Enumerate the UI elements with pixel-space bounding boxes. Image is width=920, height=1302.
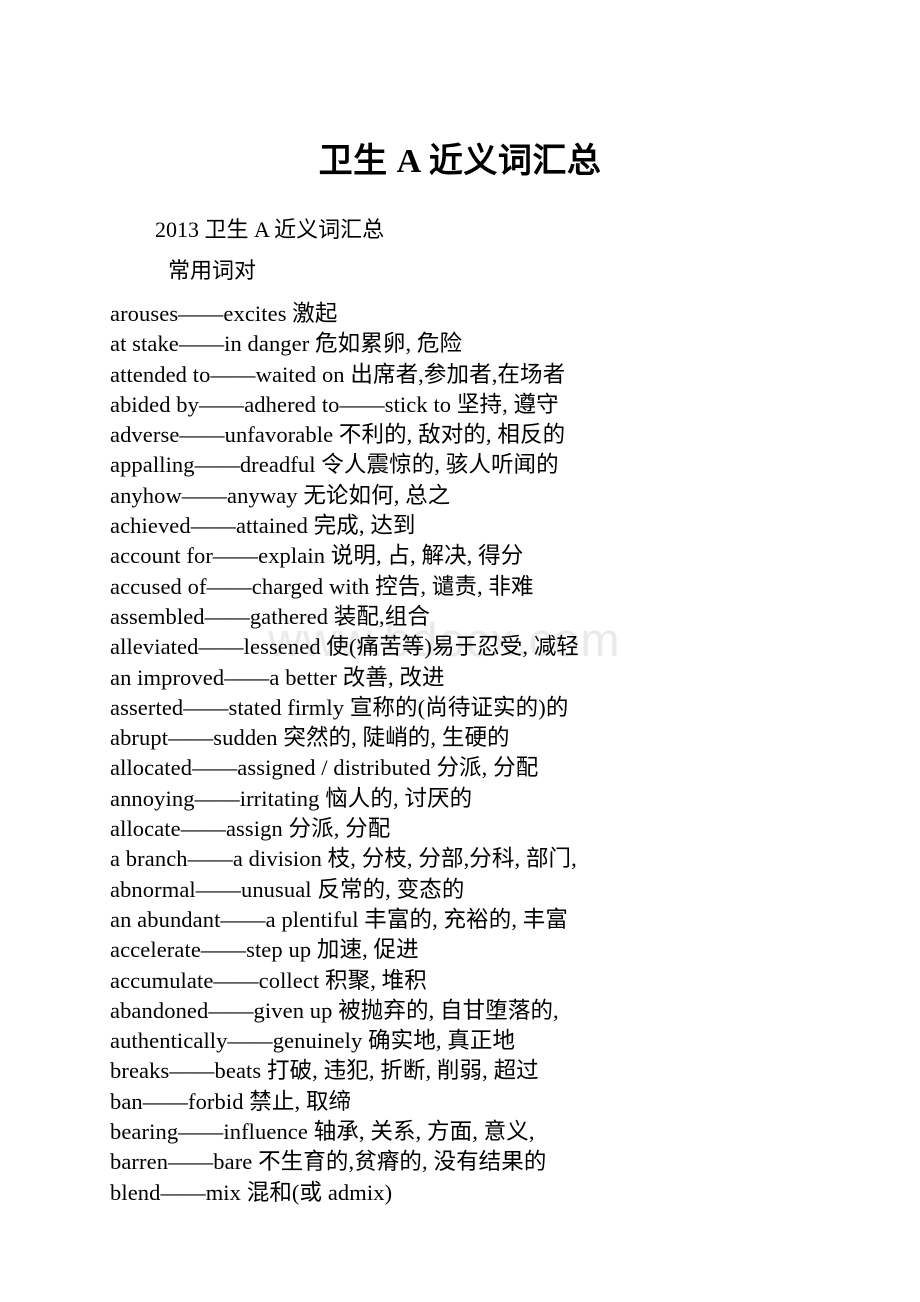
word-pair-line: breaks——beats 打破, 违犯, 折断, 削弱, 超过 [110,1058,539,1084]
word-pair-line: an improved——a better 改善, 改进 [110,664,445,690]
word-pair-line: barren——bare 不生育的,贫瘠的, 没有结果的 [110,1149,547,1175]
word-pair-line: ban——forbid 禁止, 取缔 [110,1088,352,1114]
word-pair-line: adverse——unfavorable 不利的, 敌对的, 相反的 [110,422,566,448]
word-pair-line: alleviated——lessened 使(痛苦等)易于忍受, 减轻 [110,634,580,660]
word-pair-line: blend——mix 混和(或 admix) [110,1179,393,1205]
word-pair-line: accused of——charged with 控告, 谴责, 非难 [110,573,534,599]
word-pair-list: arouses——excites 激起 at stake——in danger 危… [110,299,920,1208]
word-pair-line: allocate——assign 分派, 分配 [110,816,391,842]
word-pair-line: assembled——gathered 装配,组合 [110,603,430,629]
word-pair-line: an abundant——a plentiful 丰富的, 充裕的, 丰富 [110,906,569,932]
word-pair-line: achieved——attained 完成, 达到 [110,513,416,539]
word-pair-line: allocated——assigned / distributed 分派, 分配 [110,755,539,781]
word-pair-line: asserted——stated firmly 宣称的(尚待证实的)的 [110,694,569,720]
word-pair-line: arouses——excites 激起 [110,301,338,326]
word-pair-line: appalling——dreadful 令人震惊的, 骇人听闻的 [110,452,559,478]
word-pair-line: anyhow——anyway 无论如何, 总之 [110,482,451,508]
document-content: 卫生 A 近义词汇总 2013 卫生 A 近义词汇总 常用词对 arouses—… [0,0,920,1208]
word-pair-line: abandoned——given up 被抛弃的, 自甘堕落的, [110,997,559,1023]
word-pair-line: account for——explain 说明, 占, 解决, 得分 [110,543,524,569]
word-pair-line: abided by——adhered to——stick to 坚持, 遵守 [110,391,559,417]
page-title: 卫生 A 近义词汇总 [318,143,602,180]
document-page: www.bdocx.com 卫生 A 近义词汇总 2013 卫生 A 近义词汇总… [0,0,920,1302]
word-pair-line: authentically——genuinely 确实地, 真正地 [110,1028,516,1054]
word-pair-line: at stake——in danger 危如累卵, 危险 [110,331,463,357]
word-pair-line: accelerate——step up 加速, 促进 [110,937,419,963]
section-heading-common-word-pairs: 常用词对 [168,258,257,283]
word-pair-line: bearing——influence 轴承, 关系, 方面, 意义, [110,1119,535,1145]
word-pair-line: abnormal——unusual 反常的, 变态的 [110,876,465,902]
word-pair-line: annoying——irritating 恼人的, 讨厌的 [110,785,473,811]
word-pair-line: abrupt——sudden 突然的, 陡峭的, 生硬的 [110,725,510,751]
word-pair-line: attended to——waited on 出席者,参加者,在场者 [110,361,566,387]
word-pair-line: accumulate——collect 积聚, 堆积 [110,967,427,993]
document-subtitle: 2013 卫生 A 近义词汇总 [155,217,385,242]
word-pair-line: a branch——a division 枝, 分枝, 分部,分科, 部门, [110,846,577,872]
